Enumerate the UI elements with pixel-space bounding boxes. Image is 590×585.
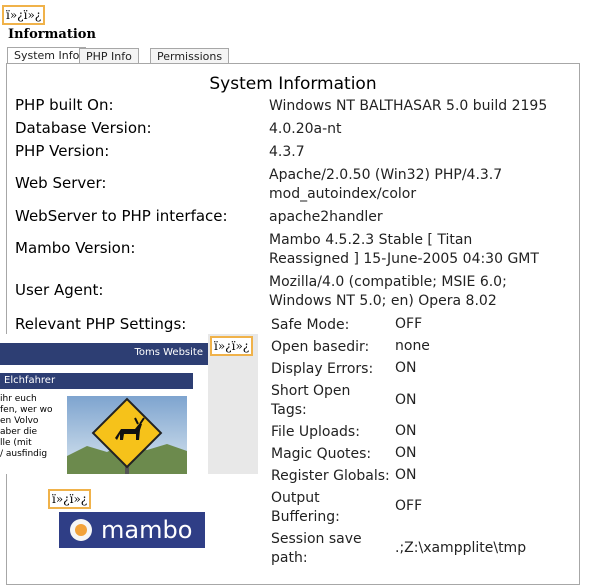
setting-session-save-path-line2: path: bbox=[271, 550, 308, 566]
label-php-built-on: PHP built On: bbox=[15, 96, 114, 114]
article-line: / ausfindig bbox=[0, 449, 48, 459]
mambo-logo-text: mambo bbox=[101, 516, 193, 544]
setting-magic-quotes-value: ON bbox=[395, 445, 417, 461]
mambo-logo: mambo bbox=[59, 512, 205, 548]
website-preview-overlay: Toms Website ï»¿ï»¿ Elchfahrer ihr euch … bbox=[0, 334, 258, 474]
label-mambo-version: Mambo Version: bbox=[15, 239, 136, 257]
sidebar-encoding-label: ï»¿ï»¿ bbox=[210, 336, 254, 356]
system-info-panel: System Information PHP built On: Windows… bbox=[6, 63, 580, 585]
value-mambo-version: Mambo 4.5.2.3 Stable [ Titan bbox=[269, 232, 473, 248]
setting-session-save-path-value: .;Z:\xampplite\tmp bbox=[395, 540, 527, 556]
label-php-version: PHP Version: bbox=[15, 142, 110, 160]
setting-register-globals-value: ON bbox=[395, 467, 417, 483]
article-line: aber die bbox=[0, 427, 38, 437]
section-header-bar: Elchfahrer bbox=[0, 373, 193, 389]
label-webserver-php-interface: WebServer to PHP interface: bbox=[15, 207, 228, 225]
setting-session-save-path: Session save bbox=[271, 531, 362, 547]
tab-permissions[interactable]: Permissions bbox=[150, 48, 230, 64]
value-web-server-line2: mod_autoindex/color bbox=[269, 186, 417, 202]
article-line: lle (mit bbox=[0, 438, 32, 448]
article-line: en Volvo bbox=[0, 416, 39, 426]
value-user-agent-line2: Windows NT 5.0; en) Opera 8.02 bbox=[269, 293, 497, 309]
page-title: Information bbox=[8, 27, 96, 42]
setting-short-open-tags: Short Open bbox=[271, 383, 351, 399]
site-header-bar: Toms Website bbox=[0, 343, 208, 365]
setting-open-basedir-value: none bbox=[395, 338, 430, 354]
label-user-agent: User Agent: bbox=[15, 281, 104, 299]
top-encoding-label: ï»¿ï»¿ bbox=[2, 5, 46, 25]
label-web-server: Web Server: bbox=[15, 174, 107, 192]
value-user-agent: Mozilla/4.0 (compatible; MSIE 6.0; bbox=[269, 274, 507, 290]
setting-display-errors: Display Errors: bbox=[271, 361, 374, 377]
article-line: ihr euch bbox=[0, 394, 37, 404]
value-database-version: 4.0.20a-nt bbox=[269, 121, 342, 137]
setting-output-buffering: Output bbox=[271, 490, 320, 506]
tab-php-info[interactable]: PHP Info bbox=[79, 48, 139, 64]
moose-warning-sign-icon bbox=[67, 396, 187, 474]
setting-safe-mode: Safe Mode: bbox=[271, 317, 350, 333]
value-mambo-version-line2: Reassigned ] 15-June-2005 04:30 GMT bbox=[269, 251, 539, 267]
article-text: ihr euch fen, wer wo en Volvo aber die l… bbox=[0, 394, 64, 460]
value-php-version: 4.3.7 bbox=[269, 144, 305, 160]
setting-file-uploads: File Uploads: bbox=[271, 424, 360, 440]
setting-open-basedir: Open basedir: bbox=[271, 339, 370, 355]
setting-register-globals: Register Globals: bbox=[271, 468, 390, 484]
label-database-version: Database Version: bbox=[15, 119, 152, 137]
article-line: fen, wer wo bbox=[0, 405, 53, 415]
setting-short-open-tags-value: ON bbox=[395, 392, 417, 408]
mambo-logo-icon bbox=[70, 519, 92, 541]
section-title: Elchfahrer bbox=[4, 375, 56, 386]
setting-output-buffering-line2: Buffering: bbox=[271, 509, 340, 525]
value-php-built-on: Windows NT BALTHASAR 5.0 build 2195 bbox=[269, 98, 548, 114]
setting-safe-mode-value: OFF bbox=[395, 316, 423, 332]
site-sidebar: ï»¿ï»¿ bbox=[208, 334, 258, 474]
setting-short-open-tags-line2: Tags: bbox=[271, 402, 307, 418]
site-title: Toms Website bbox=[134, 347, 203, 358]
mambo-encoding-label: ï»¿ï»¿ bbox=[48, 489, 92, 509]
panel-title: System Information bbox=[209, 74, 377, 94]
setting-magic-quotes: Magic Quotes: bbox=[271, 446, 372, 462]
setting-display-errors-value: ON bbox=[395, 360, 417, 376]
label-relevant-php-settings: Relevant PHP Settings: bbox=[15, 315, 187, 333]
setting-output-buffering-value: OFF bbox=[395, 498, 423, 514]
value-webserver-php-interface: apache2handler bbox=[269, 209, 383, 225]
value-web-server: Apache/2.0.50 (Win32) PHP/4.3.7 bbox=[269, 167, 503, 183]
setting-file-uploads-value: ON bbox=[395, 423, 417, 439]
